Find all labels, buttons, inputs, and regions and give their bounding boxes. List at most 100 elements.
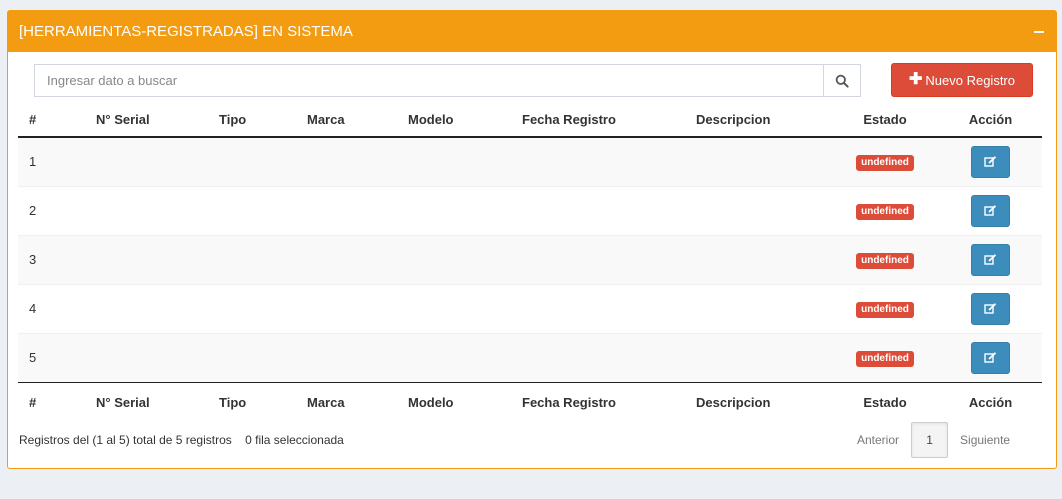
edit-button[interactable] <box>971 194 1010 227</box>
row-accion <box>939 136 1042 186</box>
row-serial <box>86 234 209 284</box>
plus-icon: ✚ <box>908 71 923 88</box>
next-page-link[interactable]: Siguiente <box>948 433 1022 447</box>
row-accion <box>939 283 1042 333</box>
row-modelo <box>398 234 512 284</box>
tools-panel: [HERRAMIENTAS-REGISTRADAS] EN SISTEMA ✚ … <box>7 10 1057 469</box>
row-tipo <box>209 136 297 186</box>
search-input[interactable] <box>34 64 824 97</box>
row-accion <box>939 185 1042 235</box>
col-footer-serial: N° Serial <box>86 381 209 422</box>
col-footer-num: # <box>18 381 86 422</box>
row-modelo <box>398 283 512 333</box>
row-serial <box>86 136 209 186</box>
edit-icon <box>984 155 997 167</box>
panel-header: [HERRAMIENTAS-REGISTRADAS] EN SISTEMA <box>8 11 1056 52</box>
row-fecha <box>512 283 686 333</box>
new-record-button[interactable]: ✚ Nuevo Registro <box>891 63 1033 97</box>
table-row[interactable]: 1 undefined <box>18 136 1042 186</box>
table-row[interactable]: 4 undefined <box>18 283 1042 333</box>
edit-icon <box>984 204 997 216</box>
row-estado: undefined <box>831 234 939 284</box>
prev-page-link[interactable]: Anterior <box>845 433 911 447</box>
col-header-fecha[interactable]: Fecha Registro <box>512 103 686 138</box>
table-footer-row: # N° Serial Tipo Marca Modelo Fecha Regi… <box>18 381 1042 422</box>
row-number: 5 <box>18 332 86 382</box>
col-footer-fecha: Fecha Registro <box>512 381 686 422</box>
row-accion <box>939 332 1042 382</box>
row-accion <box>939 234 1042 284</box>
row-serial <box>86 332 209 382</box>
row-fecha <box>512 185 686 235</box>
status-badge: undefined <box>856 252 914 269</box>
col-footer-estado: Estado <box>831 381 939 422</box>
row-marca <box>297 234 398 284</box>
table-row[interactable]: 3 undefined <box>18 234 1042 284</box>
row-estado: undefined <box>831 185 939 235</box>
col-header-modelo[interactable]: Modelo <box>398 103 512 138</box>
col-footer-accion: Acción <box>939 381 1042 422</box>
minus-icon[interactable] <box>1032 25 1046 39</box>
col-footer-descripcion: Descripcion <box>686 381 831 422</box>
row-serial <box>86 185 209 235</box>
row-descripcion <box>686 185 831 235</box>
row-tipo <box>209 234 297 284</box>
row-marca <box>297 185 398 235</box>
edit-button[interactable] <box>971 292 1010 325</box>
col-footer-modelo: Modelo <box>398 381 512 422</box>
row-fecha <box>512 234 686 284</box>
row-descripcion <box>686 136 831 186</box>
records-info: Registros del (1 al 5) total de 5 regist… <box>19 433 232 447</box>
col-header-num[interactable]: # <box>18 103 86 138</box>
new-record-label: Nuevo Registro <box>925 72 1015 88</box>
search-icon <box>835 74 849 88</box>
status-badge: undefined <box>856 203 914 220</box>
row-tipo <box>209 185 297 235</box>
col-header-marca[interactable]: Marca <box>297 103 398 138</box>
col-footer-tipo: Tipo <box>209 381 297 422</box>
toolbar: ✚ Nuevo Registro <box>8 52 1056 104</box>
col-footer-marca: Marca <box>297 381 398 422</box>
col-header-tipo[interactable]: Tipo <box>209 103 297 138</box>
edit-icon <box>984 253 997 265</box>
panel-title: [HERRAMIENTAS-REGISTRADAS] EN SISTEMA <box>19 23 353 40</box>
row-tipo <box>209 332 297 382</box>
row-estado: undefined <box>831 283 939 333</box>
row-serial <box>86 283 209 333</box>
row-descripcion <box>686 332 831 382</box>
row-marca <box>297 332 398 382</box>
row-modelo <box>398 332 512 382</box>
row-number: 4 <box>18 283 86 333</box>
tools-table: # N° Serial Tipo Marca Modelo Fecha Regi… <box>18 103 1042 422</box>
col-header-descripcion[interactable]: Descripcion <box>686 103 831 138</box>
search-button[interactable] <box>823 64 861 97</box>
col-header-serial[interactable]: N° Serial <box>86 103 209 138</box>
row-descripcion <box>686 234 831 284</box>
col-header-accion: Acción <box>939 103 1042 138</box>
table-header-row: # N° Serial Tipo Marca Modelo Fecha Regi… <box>18 103 1042 138</box>
edit-button[interactable] <box>971 145 1010 178</box>
status-badge: undefined <box>856 350 914 367</box>
edit-button[interactable] <box>971 341 1010 374</box>
row-fecha <box>512 136 686 186</box>
edit-icon <box>984 351 997 363</box>
edit-button[interactable] <box>971 243 1010 276</box>
row-marca <box>297 136 398 186</box>
row-number: 1 <box>18 136 86 186</box>
page-number-button[interactable]: 1 <box>911 422 949 458</box>
row-estado: undefined <box>831 332 939 382</box>
status-badge: undefined <box>856 154 914 171</box>
row-number: 2 <box>18 185 86 235</box>
row-tipo <box>209 283 297 333</box>
row-modelo <box>398 136 512 186</box>
row-marca <box>297 283 398 333</box>
table-row[interactable]: 2 undefined <box>18 185 1042 235</box>
selection-info: 0 fila seleccionada <box>245 433 344 447</box>
row-estado: undefined <box>831 136 939 186</box>
row-modelo <box>398 185 512 235</box>
table-row[interactable]: 5 undefined <box>18 332 1042 382</box>
row-number: 3 <box>18 234 86 284</box>
col-header-estado[interactable]: Estado <box>831 103 939 138</box>
pagination: Anterior 1 Siguiente <box>845 422 1022 458</box>
table-info: Registros del (1 al 5) total de 5 regist… <box>19 433 344 447</box>
